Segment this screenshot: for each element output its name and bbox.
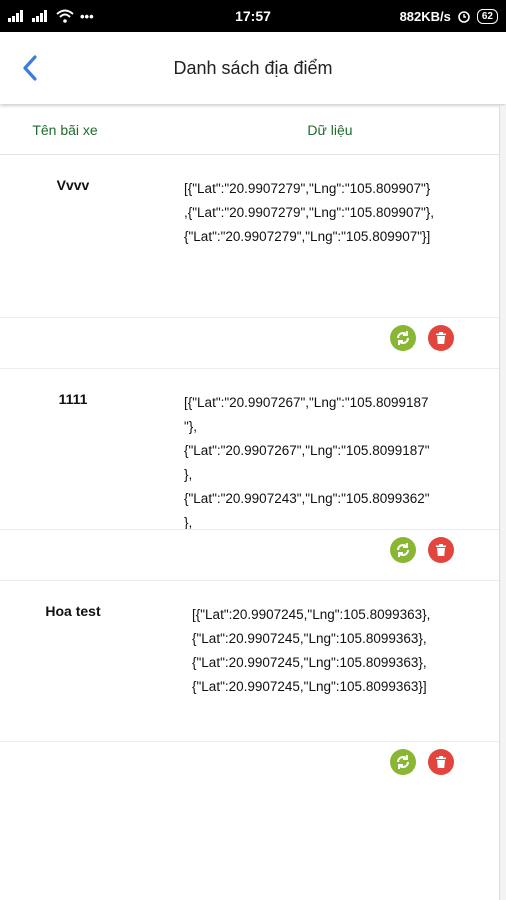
trash-icon: [436, 544, 446, 556]
item-actions: [0, 317, 500, 368]
list-item: Vvvv [{"Lat":"20.9907279","Lng":"105.809…: [0, 155, 500, 369]
list-item-body: Hoa test [{"Lat":20.9907245,"Lng":105.80…: [0, 581, 500, 741]
list-item-body: 1111 [{"Lat":"20.9907267","Lng":"105.809…: [0, 369, 500, 530]
list-item: Hoa test [{"Lat":20.9907245,"Lng":105.80…: [0, 581, 500, 792]
delete-button[interactable]: [428, 749, 454, 775]
trash-icon: [436, 332, 446, 344]
scrollbar[interactable]: [499, 106, 506, 900]
sync-button[interactable]: [390, 749, 416, 775]
item-actions: [0, 741, 500, 792]
item-name: Hoa test: [45, 603, 101, 619]
chevron-left-icon: [23, 55, 37, 81]
header-name: Tên bãi xe: [32, 122, 98, 138]
page-title: Danh sách địa điểm: [173, 58, 333, 78]
list-item-body: Vvvv [{"Lat":"20.9907279","Lng":"105.809…: [0, 155, 500, 317]
parking-list[interactable]: Vvvv [{"Lat":"20.9907279","Lng":"105.809…: [0, 155, 500, 792]
item-data: [{"Lat":20.9907245,"Lng":105.8099363}, {…: [192, 607, 431, 694]
sync-button[interactable]: [390, 537, 416, 563]
sync-icon: [397, 543, 409, 557]
item-name: 1111: [58, 391, 88, 407]
trash-icon: [436, 756, 446, 768]
status-icons-right: 882KB/s 62: [400, 0, 498, 32]
item-actions: [0, 529, 500, 580]
item-name: Vvvv: [56, 177, 90, 193]
item-data: [{"Lat":"20.9907279","Lng":"105.809907"}…: [184, 181, 435, 244]
app-bar: Danh sách địa điểm: [0, 32, 506, 104]
header-data: Dữ liệu: [307, 122, 353, 138]
item-data: [{"Lat":"20.9907267","Lng":"105.8099187 …: [184, 395, 430, 530]
sync-icon: [397, 331, 409, 345]
alarm-icon: [458, 11, 470, 23]
sync-button[interactable]: [390, 325, 416, 351]
delete-button[interactable]: [428, 325, 454, 351]
delete-button[interactable]: [428, 537, 454, 563]
sync-icon: [397, 755, 409, 769]
table-header: Tên bãi xe Dữ liệu: [0, 106, 500, 155]
status-bar: ••• 17:57 882KB/s 62: [0, 0, 506, 32]
list-item: 1111 [{"Lat":"20.9907267","Lng":"105.809…: [0, 369, 500, 581]
battery-indicator: 62: [476, 8, 498, 24]
back-button[interactable]: [12, 50, 48, 86]
network-speed: 882KB/s: [399, 8, 451, 24]
